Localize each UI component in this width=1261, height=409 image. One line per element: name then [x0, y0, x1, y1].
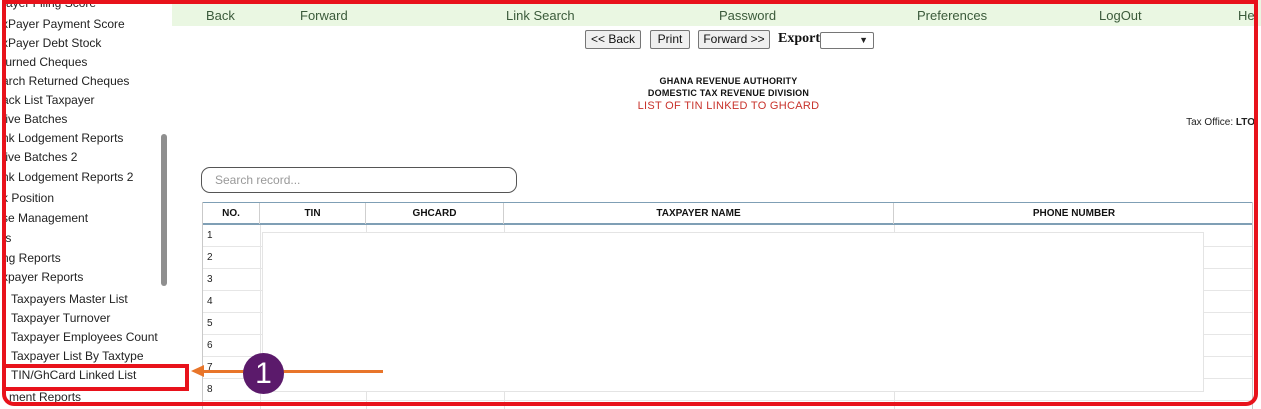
export-label: Export — [778, 31, 820, 46]
step-badge: 1 — [243, 353, 284, 394]
sidebar-item-label: TIN/GhCard Linked List — [11, 368, 137, 382]
sidebar-item-risk-position[interactable]: k Position — [2, 189, 172, 208]
tax-office: Tax Office: LTO — [1186, 117, 1255, 128]
tax-office-label: Tax Office: — [1186, 117, 1234, 128]
sidebar-item-taxpayer-payment-score[interactable]: xPayer Payment Score — [2, 15, 172, 34]
sidebar-item-label: Taxpayers Master List — [11, 292, 128, 306]
row-number: 8 — [207, 384, 213, 395]
sidebar-scrollbar[interactable] — [161, 134, 167, 286]
toolbar-preferences-link[interactable]: Preferences — [917, 8, 987, 23]
sidebar-item-label: se Management — [2, 211, 89, 225]
report-org: GHANA REVENUE AUTHORITY — [659, 76, 798, 86]
column-header-phone-number[interactable]: PHONE NUMBER — [894, 203, 1252, 224]
loading-overlay — [262, 232, 1204, 392]
report-division: DOMESTIC TAX REVENUE DIVISION — [647, 88, 810, 98]
toolbar-help-link[interactable]: He — [1238, 8, 1255, 23]
sidebar-item-label: xPayer Payment Score — [2, 17, 125, 31]
row-number: 4 — [207, 296, 213, 307]
sidebar-item-taxpayers-master-list[interactable]: Taxpayers Master List — [11, 290, 172, 309]
sidebar-item-taxpayer-reports[interactable]: xpayer Reports — [2, 268, 172, 287]
sidebar-item-label: ment Reports — [9, 390, 82, 404]
column-header-no[interactable]: NO. — [203, 203, 260, 224]
annotation-frame-top — [2, 0, 1258, 4]
annotation-arrow-icon — [191, 365, 204, 377]
sidebar-item-label: tive Batches 2 — [2, 150, 78, 164]
back-button[interactable]: << Back — [585, 30, 641, 49]
row-number: 5 — [207, 318, 213, 329]
print-button[interactable]: Print — [650, 30, 690, 49]
export-select[interactable]: ▼ — [820, 32, 874, 49]
report-title: LIST OF TIN LINKED TO GHCARD — [637, 100, 820, 112]
sidebar-item-label: ts — [2, 231, 12, 245]
row-number: 3 — [207, 274, 213, 285]
table-header: NO. TIN GHCARD TAXPAYER NAME PHONE NUMBE… — [203, 202, 1252, 225]
sidebar-item-label: xpayer Reports — [2, 270, 84, 284]
search-input[interactable]: Search record... — [201, 167, 517, 193]
column-header-tin[interactable]: TIN — [260, 203, 366, 224]
sidebar: ayer Filing Score xPayer Payment Score x… — [0, 0, 172, 409]
sidebar-item-label: tive Batches — [2, 112, 68, 126]
toolbar-forward-link[interactable]: Forward — [300, 8, 348, 23]
sidebar-item-payment-reports[interactable]: ment Reports — [9, 388, 172, 407]
column-header-taxpayer-name[interactable]: TAXPAYER NAME — [504, 203, 894, 224]
forward-button[interactable]: Forward >> — [698, 30, 770, 49]
toolbar-link-search[interactable]: Link Search — [506, 8, 575, 23]
sidebar-item-taxpayer-employees-count[interactable]: Taxpayer Employees Count — [11, 328, 172, 347]
chevron-down-icon: ▼ — [859, 35, 868, 45]
row-number: 2 — [207, 252, 213, 263]
row-number: 1 — [207, 230, 213, 241]
sidebar-item-active-batches-2[interactable]: tive Batches 2 — [2, 148, 172, 167]
toolbar-logout-link[interactable]: LogOut — [1099, 8, 1142, 23]
sidebar-item-label: ng Reports — [2, 251, 61, 265]
toolbar-password-link[interactable]: Password — [719, 8, 776, 23]
tax-office-value: LTO — [1235, 117, 1255, 128]
sidebar-item-label: nk Lodgement Reports — [2, 131, 124, 145]
column-header-ghcard[interactable]: GHCARD — [366, 203, 504, 224]
annotation-arrow-line — [203, 370, 383, 373]
sidebar-item-active-batches[interactable]: tive Batches — [2, 110, 172, 129]
sidebar-item-returned-cheques[interactable]: turned Cheques — [2, 53, 172, 72]
sidebar-item-taxpayer-list-by-taxtype[interactable]: Taxpayer List By Taxtype — [11, 347, 172, 366]
sidebar-item-label: turned Cheques — [2, 55, 88, 69]
sidebar-item-label: Taxpayer List By Taxtype — [11, 349, 144, 363]
sidebar-item-tin-ghcard-linked-list[interactable]: TIN/GhCard Linked List — [11, 366, 172, 385]
sidebar-item-case-management[interactable]: se Management — [2, 209, 172, 228]
toolbar-back-link[interactable]: Back — [206, 8, 235, 23]
sidebar-item-bank-lodgement-reports[interactable]: nk Lodgement Reports — [2, 129, 172, 148]
sidebar-item-label: Taxpayer Employees Count — [11, 330, 158, 344]
sidebar-item-label: xPayer Debt Stock — [2, 36, 102, 50]
sidebar-item-taxpayer-debt-stock[interactable]: xPayer Debt Stock — [2, 34, 172, 53]
sidebar-item-label: nk Lodgement Reports 2 — [2, 170, 134, 184]
sidebar-item-filing-reports[interactable]: ng Reports — [2, 249, 172, 268]
sidebar-item-label: k Position — [2, 191, 55, 205]
sidebar-item-bank-lodgement-reports-2[interactable]: nk Lodgement Reports 2 — [2, 168, 172, 187]
sidebar-item-label: Taxpayer Turnover — [11, 311, 111, 325]
sidebar-item-taxpayer-turnover[interactable]: Taxpayer Turnover — [11, 309, 172, 328]
row-number: 6 — [207, 340, 213, 351]
sidebar-item-reports[interactable]: ts — [2, 229, 172, 248]
